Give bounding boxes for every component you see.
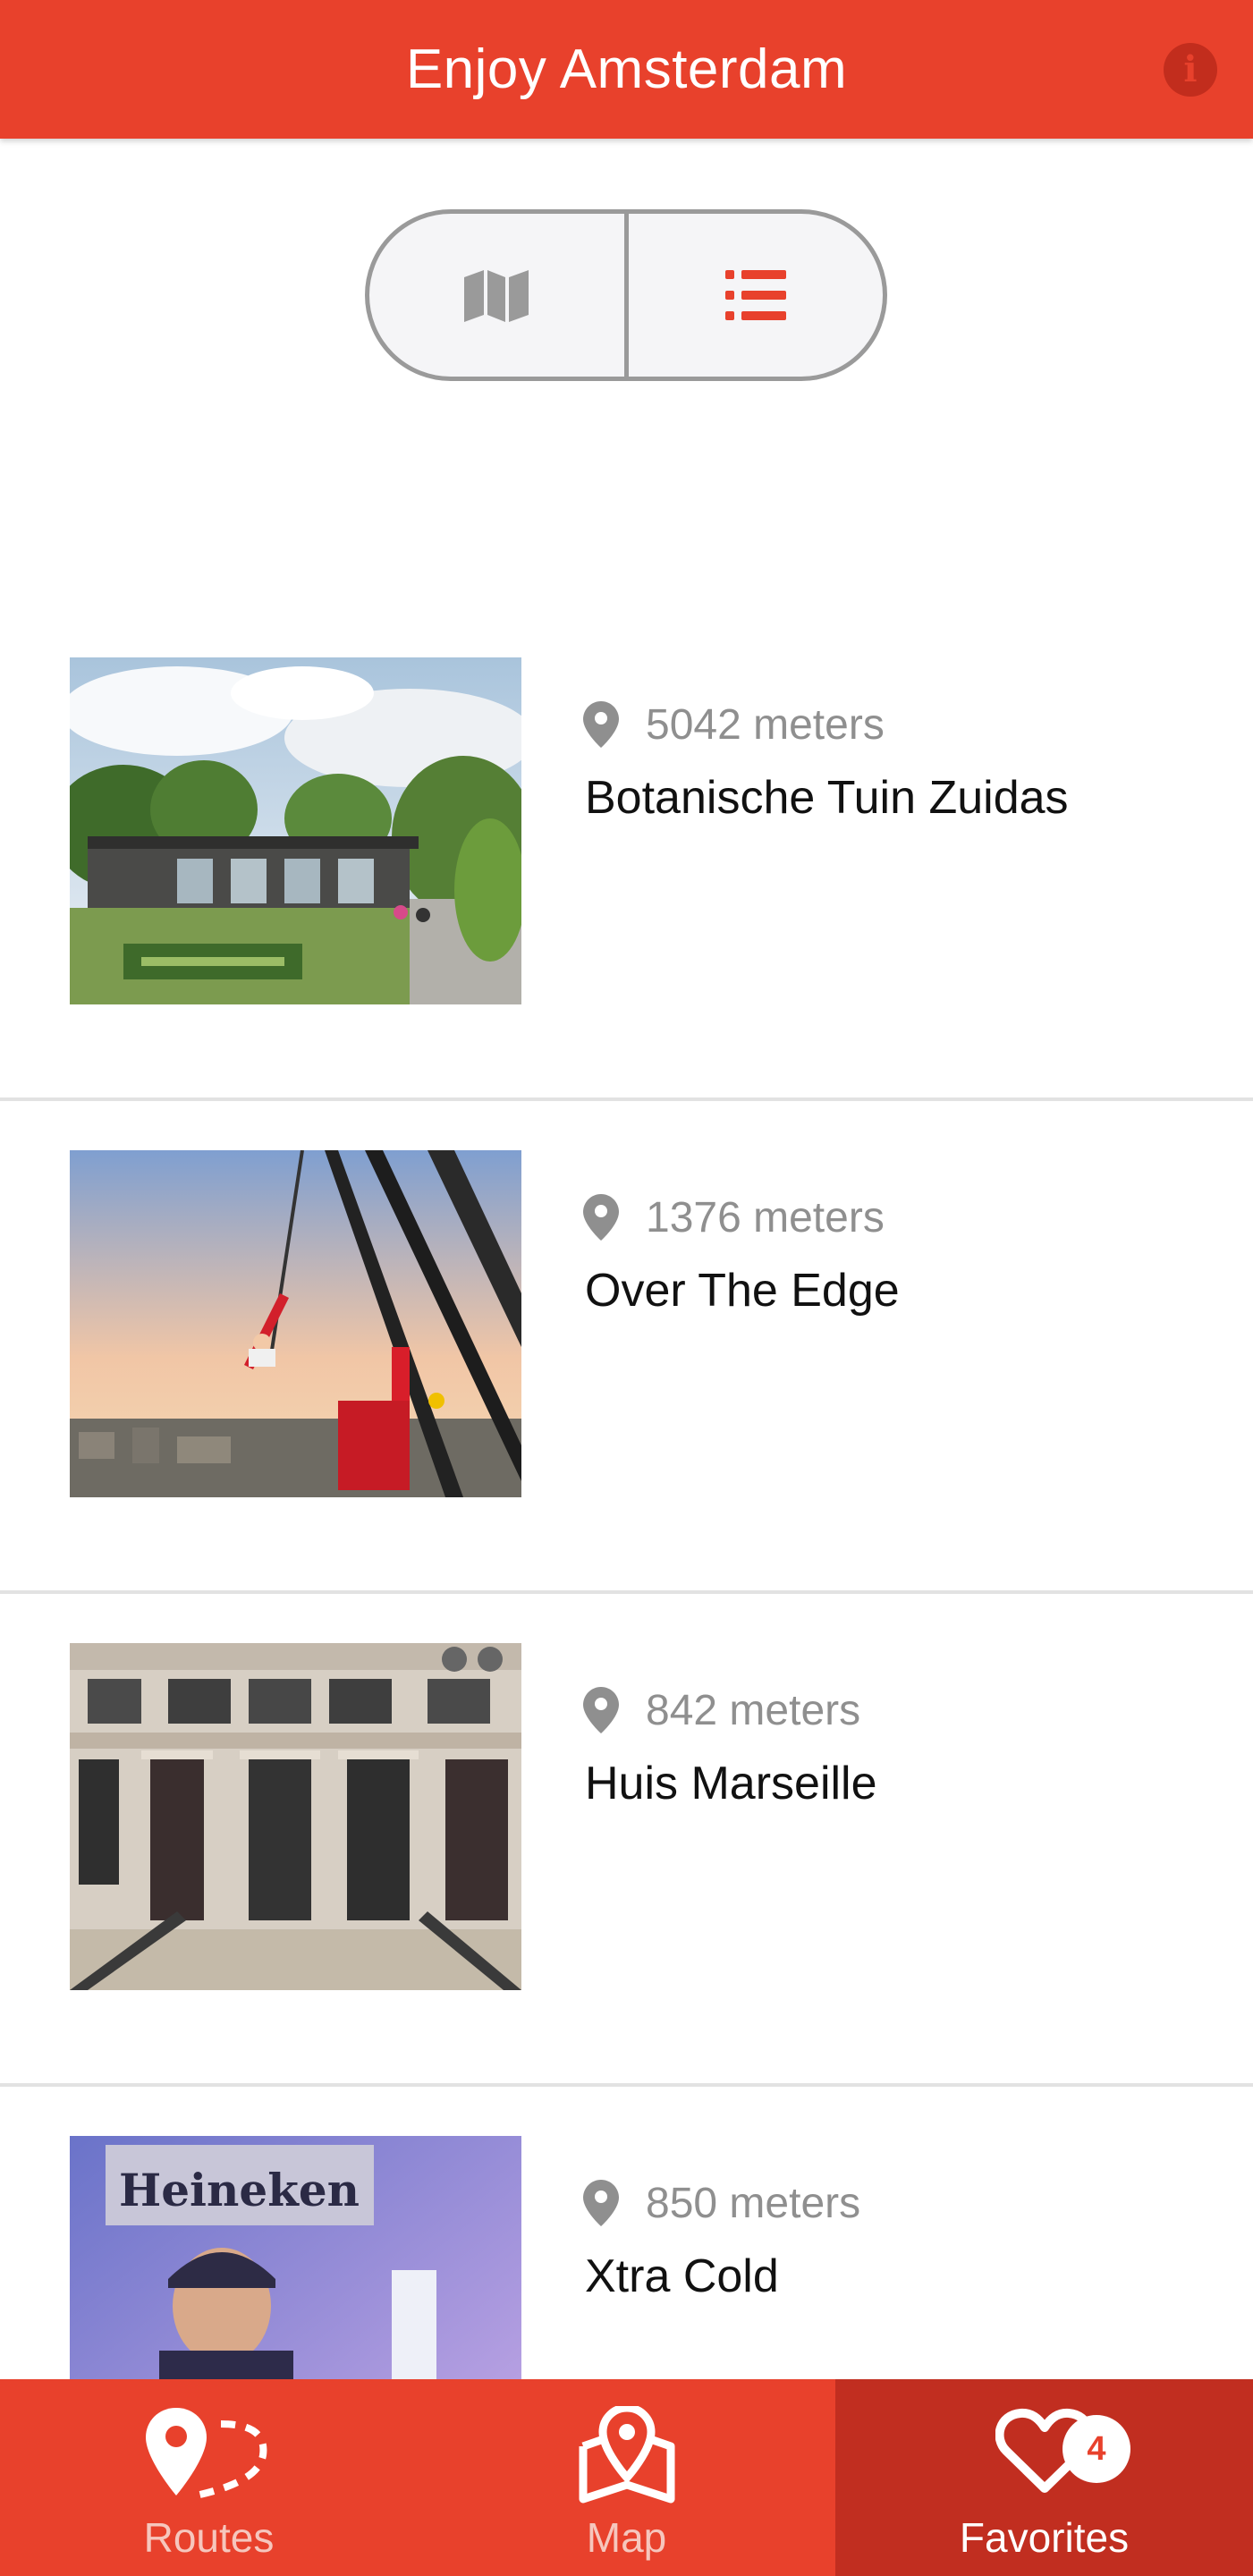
place-name: Xtra Cold — [585, 2250, 779, 2302]
app-header: Enjoy Amsterdam i — [0, 0, 1253, 139]
distance-row: 1376 meters — [583, 1191, 885, 1244]
nav-item-favorites[interactable]: Favorites — [835, 2379, 1253, 2576]
place-name: Over The Edge — [585, 1265, 900, 1317]
location-pin-icon — [583, 701, 619, 748]
nav-label-favorites: Favorites — [959, 2514, 1130, 2561]
nav-item-map[interactable]: Map — [418, 2379, 835, 2576]
heineken-sign-text: Heineken — [119, 2164, 360, 2216]
distance-row: 5042 meters — [583, 698, 885, 751]
place-name: Botanische Tuin Zuidas — [585, 772, 1069, 824]
favorites-count-badge: 4 — [1063, 2415, 1130, 2483]
place-name: Huis Marseille — [585, 1758, 877, 1809]
nav-item-routes[interactable]: Routes — [0, 2379, 418, 2576]
list-item[interactable]: 1376 meters Over The Edge — [0, 1101, 1253, 1594]
app-title: Enjoy Amsterdam — [405, 38, 848, 100]
map-view-button[interactable] — [369, 214, 629, 377]
list-icon — [724, 270, 786, 320]
distance-label: 842 meters — [646, 1686, 861, 1734]
map-pin-icon — [579, 2406, 674, 2504]
app-screen: Enjoy Amsterdam i 5042 meters Botanische… — [0, 0, 1253, 2576]
distance-row: 850 meters — [583, 2176, 860, 2230]
map-icon — [464, 270, 529, 322]
bottom-nav: Routes Map Favorites — [0, 2379, 1253, 2576]
list-view-button[interactable] — [629, 214, 884, 377]
nav-label-map: Map — [586, 2514, 667, 2561]
distance-label: 5042 meters — [646, 700, 885, 749]
list-item[interactable]: 5042 meters Botanische Tuin Zuidas — [0, 608, 1253, 1101]
location-pin-icon — [583, 1687, 619, 1733]
garden-photo — [70, 657, 521, 1004]
distance-label: 850 meters — [646, 2179, 861, 2227]
list-item[interactable]: 842 meters Huis Marseille — [0, 1594, 1253, 2087]
distance-label: 1376 meters — [646, 1193, 885, 1241]
info-icon[interactable]: i — [1164, 43, 1217, 97]
location-pin-icon — [583, 2180, 619, 2226]
distance-row: 842 meters — [583, 1683, 860, 1737]
routes-icon — [145, 2408, 267, 2499]
places-list: 5042 meters Botanische Tuin Zuidas 1376 … — [0, 608, 1253, 2576]
location-pin-icon — [583, 1194, 619, 1241]
nav-label-routes: Routes — [143, 2514, 275, 2561]
swing-photo — [70, 1150, 521, 1497]
view-toggle — [365, 209, 887, 381]
building-photo — [70, 1643, 521, 1990]
